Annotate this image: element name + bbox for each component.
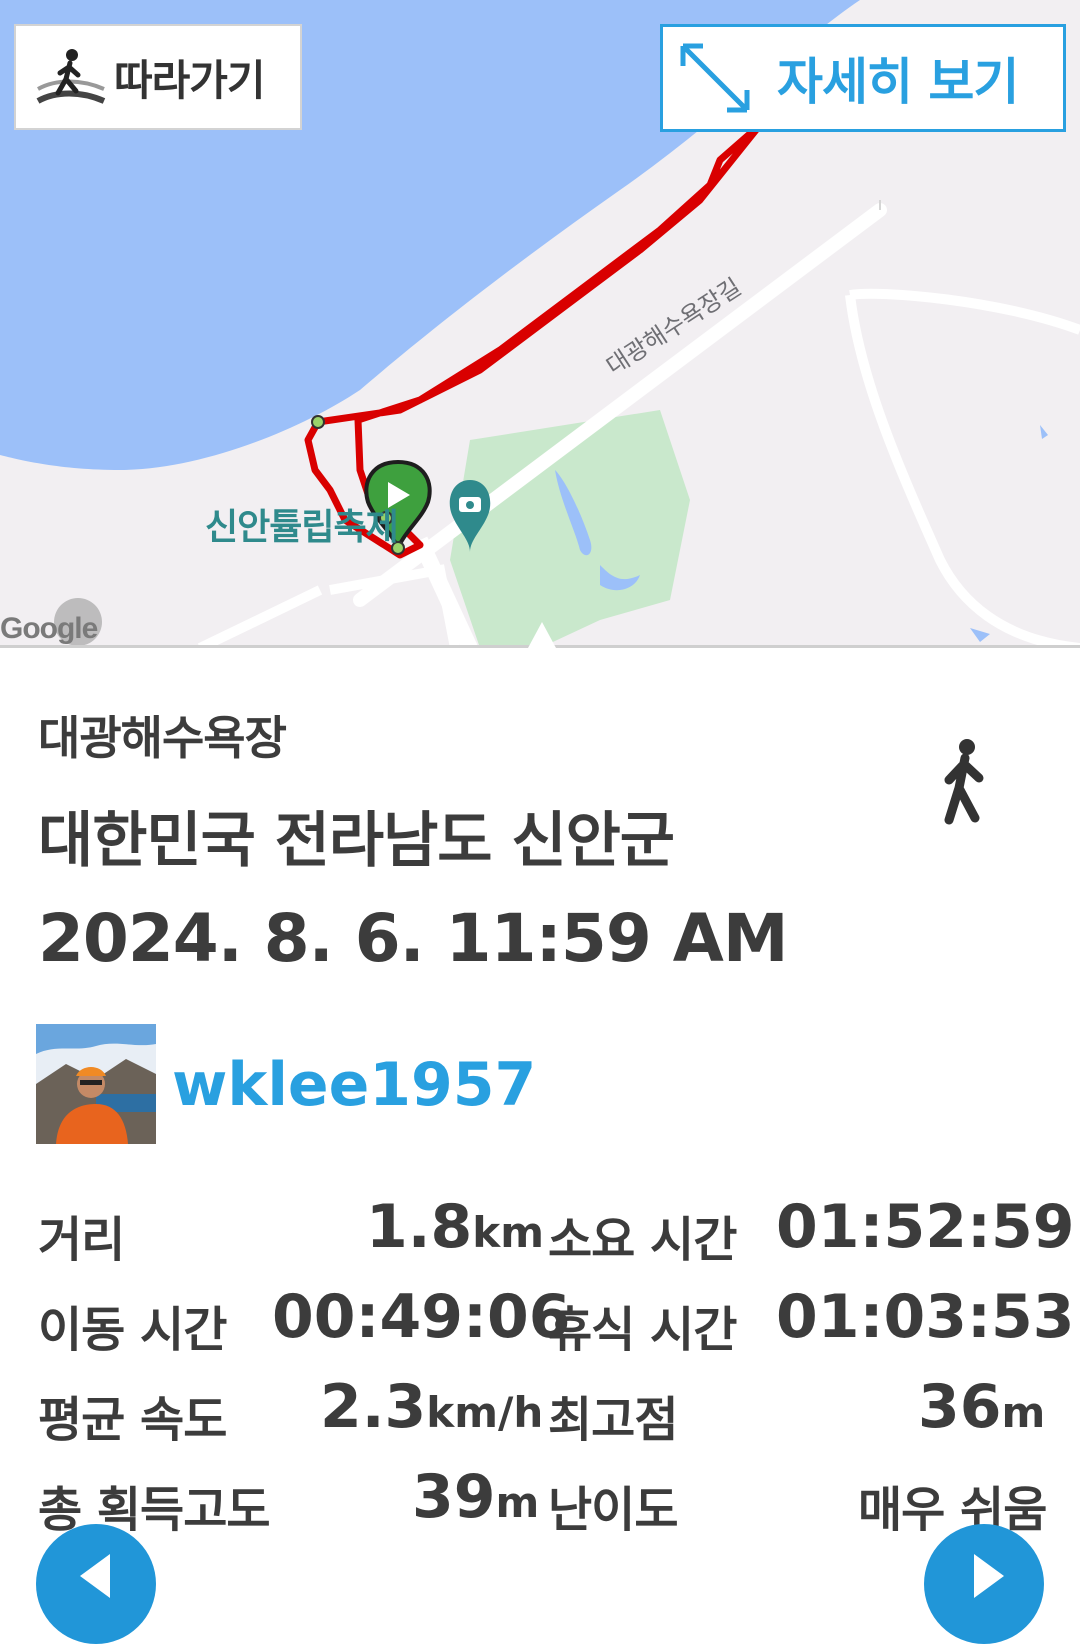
rest-time-label: 휴식 시간 xyxy=(548,1302,737,1358)
rest-time-number: 01:03:53 xyxy=(776,1282,1075,1352)
chevron-right-icon xyxy=(974,1554,1004,1598)
avg-speed-number: 2.3 xyxy=(320,1372,427,1442)
walk-icon xyxy=(944,739,984,825)
avg-speed-value: 2.3km/h xyxy=(320,1372,543,1442)
distance-number: 1.8 xyxy=(366,1192,473,1262)
map-pointer xyxy=(528,622,556,648)
previous-button[interactable] xyxy=(36,1524,156,1644)
record-datetime: 2024. 8. 6. 11:59 AM xyxy=(38,900,789,977)
difficulty-value: 매우 쉬움 xyxy=(858,1482,1047,1538)
next-button[interactable] xyxy=(924,1524,1044,1644)
total-ascent-value: 39m xyxy=(412,1462,539,1532)
distance-label: 거리 xyxy=(38,1212,125,1268)
duration-value: 01:52:59 xyxy=(776,1192,1074,1262)
total-ascent-unit: m xyxy=(495,1478,540,1527)
avatar[interactable] xyxy=(36,1024,156,1144)
avg-speed-unit: km/h xyxy=(426,1388,544,1437)
moving-time-value: 00:49:06 xyxy=(272,1282,570,1352)
max-elevation-label: 최고점 xyxy=(548,1392,678,1448)
total-ascent-number: 39 xyxy=(412,1462,496,1532)
google-logo: Google xyxy=(0,612,98,645)
avatar-photo xyxy=(36,1024,156,1144)
hiker-path-icon xyxy=(36,49,106,104)
moving-time-number: 00:49:06 xyxy=(272,1282,571,1352)
distance-unit: km xyxy=(472,1208,544,1257)
follow-button-label: 따라가기 xyxy=(114,55,266,105)
map-view[interactable]: 대광해수욕장길 신안튤립축제 Google 따라가기 자세히 보기 xyxy=(0,0,1080,648)
place-name: 대광해수욕장 xyxy=(38,711,287,765)
duration-number: 01:52:59 xyxy=(776,1192,1075,1262)
avg-speed-label: 평균 속도 xyxy=(38,1392,227,1448)
expand-icon xyxy=(680,43,750,113)
rest-time-value: 01:03:53 xyxy=(776,1282,1074,1352)
max-elevation-number: 36 xyxy=(918,1372,1002,1442)
view-details-button[interactable]: 자세히 보기 xyxy=(660,24,1066,132)
difficulty-label: 난이도 xyxy=(548,1482,678,1538)
chevron-left-icon xyxy=(80,1554,110,1598)
distance-value: 1.8km xyxy=(366,1192,544,1262)
username-link[interactable]: wklee1957 xyxy=(172,1050,536,1120)
view-details-label: 자세히 보기 xyxy=(777,53,1019,111)
duration-label: 소요 시간 xyxy=(548,1212,737,1268)
max-elevation-unit: m xyxy=(1001,1388,1046,1437)
max-elevation-value: 36m xyxy=(918,1372,1045,1442)
moving-time-label: 이동 시간 xyxy=(38,1302,227,1358)
follow-button[interactable]: 따라가기 xyxy=(14,24,302,130)
poi-label: 신안튤립축제 xyxy=(205,507,399,548)
region-name: 대한민국 전라남도 신안군 xyxy=(38,806,675,876)
